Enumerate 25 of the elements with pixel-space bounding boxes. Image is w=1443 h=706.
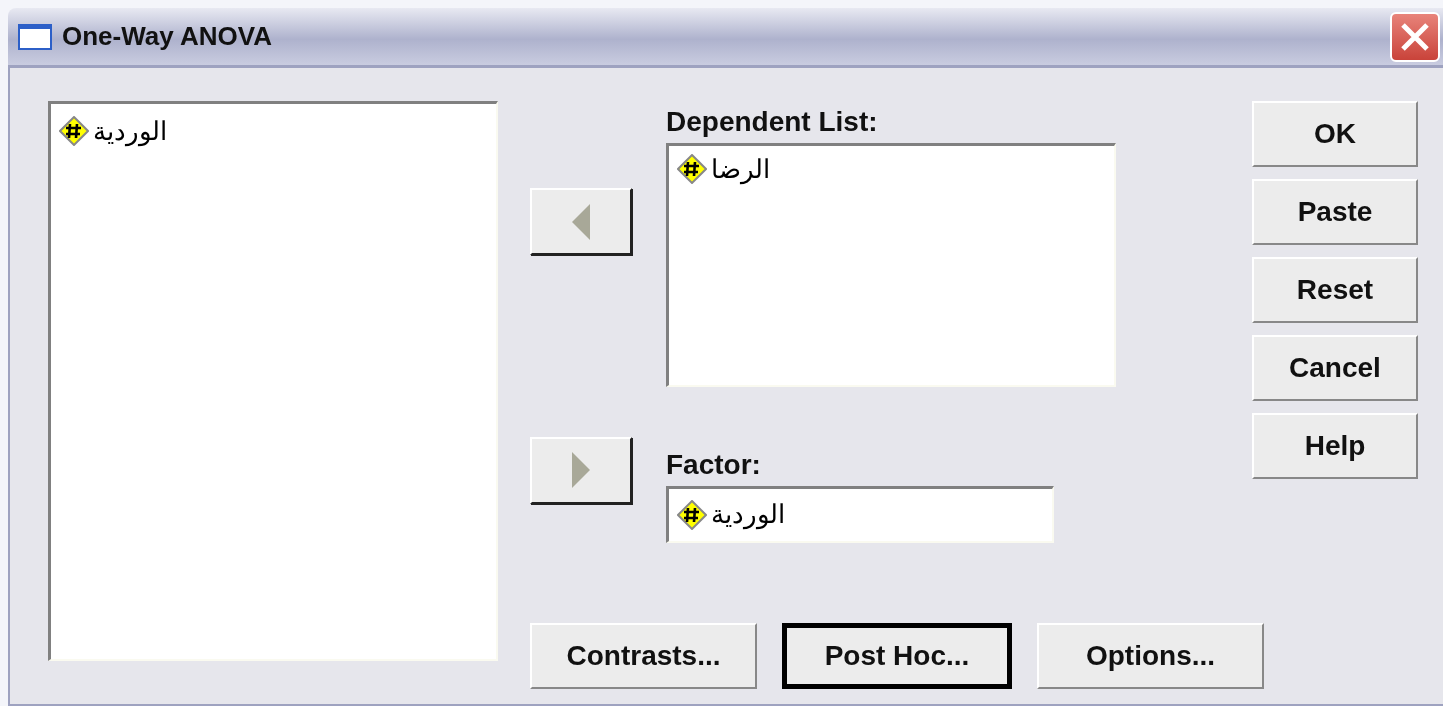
dependent-list[interactable]: الرضا: [666, 143, 1116, 387]
window-title: One-Way ANOVA: [62, 21, 273, 52]
numeric-variable-icon: [677, 499, 707, 530]
variable-item[interactable]: الرضا: [711, 153, 770, 185]
dialog-button[interactable]: Reset: [1252, 257, 1418, 323]
dialog-button[interactable]: Options...: [1037, 623, 1264, 689]
numeric-variable-icon: [677, 154, 707, 184]
numeric-variable-icon: [59, 116, 89, 146]
move-button[interactable]: [530, 436, 632, 504]
dependent-list-label: Dependent List:: [666, 105, 879, 139]
move-button[interactable]: [530, 188, 632, 255]
dialog-button[interactable]: OK: [1252, 101, 1418, 167]
variable-item[interactable]: الوردية: [711, 499, 785, 530]
right-arrow-icon: [570, 450, 592, 490]
factor-label: Factor:: [666, 447, 762, 482]
dialog-button[interactable]: Post Hoc...: [782, 623, 1012, 689]
close-button[interactable]: [1390, 11, 1440, 62]
dialog-button[interactable]: Contrasts...: [530, 623, 757, 689]
dialog-button[interactable]: Paste: [1252, 179, 1418, 245]
dialog-button[interactable]: Cancel: [1252, 335, 1418, 401]
window-icon: [18, 23, 52, 50]
dialog-button[interactable]: Help: [1252, 413, 1418, 479]
variable-list[interactable]: الوردية: [48, 101, 498, 661]
factor-field[interactable]: الوردية: [666, 485, 1054, 543]
variable-item[interactable]: الوردية: [93, 115, 167, 147]
